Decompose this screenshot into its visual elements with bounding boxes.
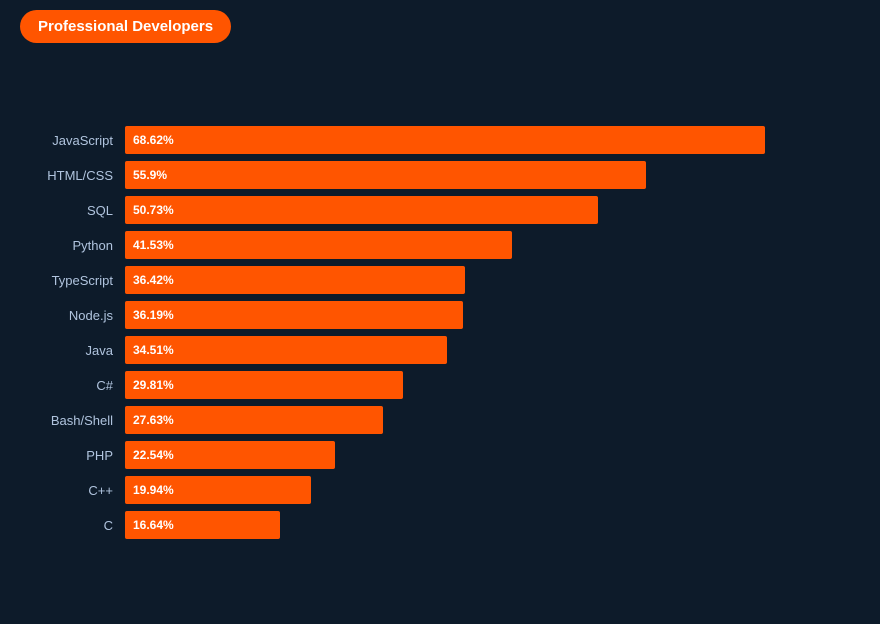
bar-fill: 19.94%: [125, 476, 311, 504]
bar-track: 27.63%: [125, 406, 860, 434]
bar-label: SQL: [20, 203, 125, 218]
bar-fill: 36.42%: [125, 266, 465, 294]
bar-label: JavaScript: [20, 133, 125, 148]
bar-fill: 68.62%: [125, 126, 765, 154]
bar-value: 19.94%: [133, 483, 174, 497]
bar-label: Python: [20, 238, 125, 253]
bar-label: C: [20, 518, 125, 533]
bar-row: Node.js 36.19%: [20, 301, 860, 329]
bar-label: C#: [20, 378, 125, 393]
bar-value: 55.9%: [133, 168, 167, 182]
bar-label: HTML/CSS: [20, 168, 125, 183]
bar-label: Node.js: [20, 308, 125, 323]
bar-value: 36.19%: [133, 308, 174, 322]
bar-track: 34.51%: [125, 336, 860, 364]
bar-label: PHP: [20, 448, 125, 463]
bar-track: 50.73%: [125, 196, 860, 224]
bar-track: 55.9%: [125, 161, 860, 189]
bar-row: TypeScript 36.42%: [20, 266, 860, 294]
bar-row: C 16.64%: [20, 511, 860, 539]
bar-track: 36.19%: [125, 301, 860, 329]
bar-fill: 27.63%: [125, 406, 383, 434]
bar-track: 41.53%: [125, 231, 860, 259]
bar-value: 41.53%: [133, 238, 174, 252]
bar-fill: 50.73%: [125, 196, 598, 224]
bar-row: PHP 22.54%: [20, 441, 860, 469]
bar-value: 34.51%: [133, 343, 174, 357]
bar-fill: 22.54%: [125, 441, 335, 469]
bar-track: 22.54%: [125, 441, 860, 469]
bar-label: Bash/Shell: [20, 413, 125, 428]
bar-track: 19.94%: [125, 476, 860, 504]
bar-label: Java: [20, 343, 125, 358]
bar-value: 16.64%: [133, 518, 174, 532]
bar-row: SQL 50.73%: [20, 196, 860, 224]
bar-fill: 55.9%: [125, 161, 646, 189]
bar-fill: 34.51%: [125, 336, 447, 364]
bar-value: 50.73%: [133, 203, 174, 217]
bar-value: 29.81%: [133, 378, 174, 392]
bar-value: 22.54%: [133, 448, 174, 462]
bar-fill: 36.19%: [125, 301, 463, 329]
bar-value: 68.62%: [133, 133, 174, 147]
bar-track: 68.62%: [125, 126, 860, 154]
bar-row: Java 34.51%: [20, 336, 860, 364]
bar-fill: 41.53%: [125, 231, 512, 259]
bar-value: 36.42%: [133, 273, 174, 287]
bar-value: 27.63%: [133, 413, 174, 427]
bar-row: JavaScript 68.62%: [20, 126, 860, 154]
bar-fill: 16.64%: [125, 511, 280, 539]
bar-row: HTML/CSS 55.9%: [20, 161, 860, 189]
bar-row: C++ 19.94%: [20, 476, 860, 504]
title-badge: Professional Developers: [20, 10, 231, 43]
bar-row: Python 41.53%: [20, 231, 860, 259]
bar-row: Bash/Shell 27.63%: [20, 406, 860, 434]
bar-label: TypeScript: [20, 273, 125, 288]
bar-label: C++: [20, 483, 125, 498]
bar-chart: JavaScript 68.62% HTML/CSS 55.9% SQL 50.73% Py…: [20, 61, 860, 604]
bar-track: 16.64%: [125, 511, 860, 539]
bar-track: 36.42%: [125, 266, 860, 294]
bar-track: 29.81%: [125, 371, 860, 399]
bar-fill: 29.81%: [125, 371, 403, 399]
bar-row: C# 29.81%: [20, 371, 860, 399]
